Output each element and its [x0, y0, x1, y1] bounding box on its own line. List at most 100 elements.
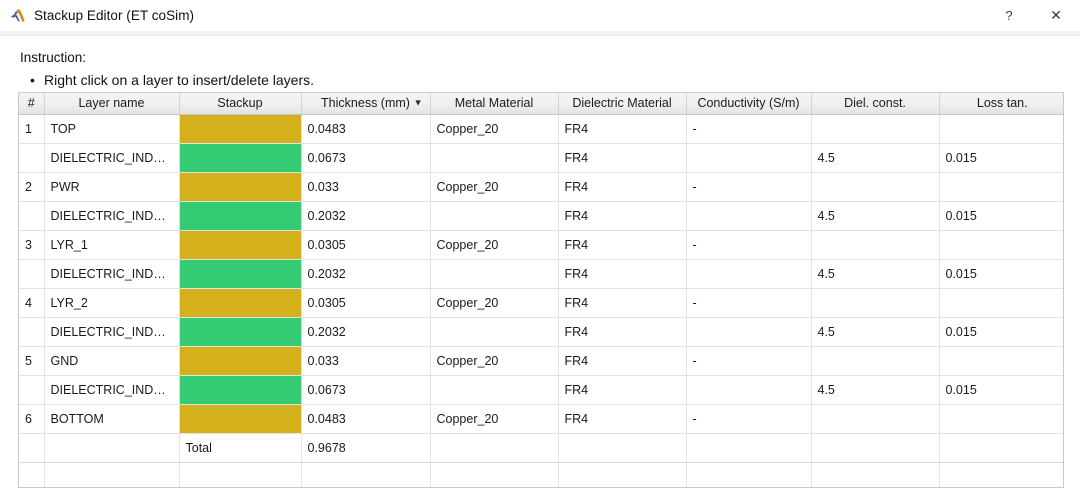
cell-layer-name[interactable]: PWR: [44, 172, 179, 201]
empty-row[interactable]: [19, 462, 1064, 488]
cell-conductivity[interactable]: -: [686, 172, 811, 201]
cell-loss-tan[interactable]: 0.015: [939, 317, 1064, 346]
cell-diel-const[interactable]: [811, 230, 939, 259]
cell-conductivity[interactable]: [686, 143, 811, 172]
help-button[interactable]: ?: [986, 0, 1032, 31]
cell-index[interactable]: 1: [19, 114, 44, 143]
table-row[interactable]: 1TOP 0.0483Copper_20FR4-: [19, 114, 1064, 143]
table-row[interactable]: 3LYR_10.0305Copper_20FR4-: [19, 230, 1064, 259]
cell-layer-name[interactable]: BOTTOM: [44, 404, 179, 433]
cell-diel-const[interactable]: 4.5: [811, 259, 939, 288]
cell-stackup[interactable]: [179, 259, 301, 288]
cell-metal-material[interactable]: Copper_20: [430, 114, 558, 143]
cell-loss-tan[interactable]: 0.015: [939, 259, 1064, 288]
cell-conductivity[interactable]: [686, 317, 811, 346]
column-header-dielectric-material[interactable]: Dielectric Material: [558, 93, 686, 114]
column-header-index[interactable]: #: [19, 93, 44, 114]
cell-empty[interactable]: [558, 462, 686, 488]
cell-index[interactable]: [19, 201, 44, 230]
cell-diel-const[interactable]: [811, 404, 939, 433]
cell-metal-material[interactable]: [430, 259, 558, 288]
cell-metal-material[interactable]: Copper_20: [430, 230, 558, 259]
cell-stackup[interactable]: [179, 288, 301, 317]
cell-empty[interactable]: [811, 462, 939, 488]
cell-conductivity[interactable]: -: [686, 346, 811, 375]
cell-layer-name[interactable]: TOP: [44, 114, 179, 143]
cell-loss-tan[interactable]: 0.015: [939, 375, 1064, 404]
cell-thickness[interactable]: 0.0673: [301, 143, 430, 172]
cell-thickness[interactable]: 0.2032: [301, 201, 430, 230]
table-row[interactable]: DIELECTRIC_INDEX_60.2032FR44.50.015: [19, 259, 1064, 288]
cell-conductivity[interactable]: [686, 201, 811, 230]
cell-index[interactable]: 5: [19, 346, 44, 375]
stackup-table[interactable]: # Layer name Stackup Thickness (mm) ▼ Me…: [19, 93, 1064, 488]
cell-dielectric-material[interactable]: FR4: [558, 114, 686, 143]
cell-thickness[interactable]: 0.0673: [301, 375, 430, 404]
cell-dielectric-material[interactable]: FR4: [558, 259, 686, 288]
column-header-loss-tan[interactable]: Loss tan.: [939, 93, 1064, 114]
column-header-thickness[interactable]: Thickness (mm) ▼: [301, 93, 430, 114]
cell-loss-tan[interactable]: [939, 346, 1064, 375]
table-row[interactable]: DIELECTRIC_INDEX_40.2032FR44.50.015: [19, 201, 1064, 230]
cell-empty[interactable]: [430, 462, 558, 488]
cell-stackup[interactable]: [179, 201, 301, 230]
cell-stackup[interactable]: [179, 404, 301, 433]
cell-dielectric-material[interactable]: FR4: [558, 317, 686, 346]
table-row[interactable]: DIELECTRIC_INDEX_20.0673FR44.50.015: [19, 143, 1064, 172]
cell-layer-name[interactable]: LYR_2: [44, 288, 179, 317]
cell-layer-name[interactable]: GND: [44, 346, 179, 375]
cell-conductivity[interactable]: -: [686, 404, 811, 433]
cell-thickness[interactable]: 0.033: [301, 346, 430, 375]
cell-thickness[interactable]: 0.2032: [301, 317, 430, 346]
cell-empty[interactable]: [686, 462, 811, 488]
cell-dielectric-material[interactable]: FR4: [558, 375, 686, 404]
cell-loss-tan[interactable]: [939, 172, 1064, 201]
cell-conductivity[interactable]: -: [686, 114, 811, 143]
cell-diel-const[interactable]: [811, 288, 939, 317]
sort-descending-icon[interactable]: ▼: [414, 99, 423, 108]
cell-conductivity[interactable]: [686, 259, 811, 288]
column-header-stackup[interactable]: Stackup: [179, 93, 301, 114]
cell-diel-const[interactable]: 4.5: [811, 317, 939, 346]
cell-conductivity[interactable]: -: [686, 230, 811, 259]
column-header-diel-const[interactable]: Diel. const.: [811, 93, 939, 114]
table-body[interactable]: 1TOP0.0483Copper_20FR4-DIELECTRIC_INDEX_…: [19, 114, 1064, 488]
close-button[interactable]: ✕: [1032, 0, 1080, 31]
cell-layer-name[interactable]: DIELECTRIC_INDEX_6: [44, 259, 179, 288]
cell-index[interactable]: 6: [19, 404, 44, 433]
cell-diel-const[interactable]: [811, 172, 939, 201]
cell-metal-material[interactable]: [430, 375, 558, 404]
cell-stackup[interactable]: [179, 375, 301, 404]
cell-stackup[interactable]: [179, 317, 301, 346]
column-header-layer-name[interactable]: Layer name: [44, 93, 179, 114]
cell-thickness[interactable]: 0.0483: [301, 114, 430, 143]
cell-loss-tan[interactable]: [939, 404, 1064, 433]
cell-dielectric-material[interactable]: FR4: [558, 346, 686, 375]
table-row[interactable]: DIELECTRIC_INDEX_...0.0673FR44.50.015: [19, 375, 1064, 404]
cell-layer-name[interactable]: DIELECTRIC_INDEX_2: [44, 143, 179, 172]
cell-diel-const[interactable]: 4.5: [811, 143, 939, 172]
cell-empty[interactable]: [939, 462, 1064, 488]
cell-dielectric-material[interactable]: FR4: [558, 143, 686, 172]
cell-stackup[interactable]: [179, 230, 301, 259]
cell-thickness[interactable]: 0.0305: [301, 230, 430, 259]
cell-thickness[interactable]: 0.0483: [301, 404, 430, 433]
cell-diel-const[interactable]: [811, 114, 939, 143]
cell-metal-material[interactable]: Copper_20: [430, 404, 558, 433]
cell-index[interactable]: 4: [19, 288, 44, 317]
cell-metal-material[interactable]: [430, 201, 558, 230]
stackup-table-container[interactable]: # Layer name Stackup Thickness (mm) ▼ Me…: [18, 92, 1064, 488]
cell-dielectric-material[interactable]: FR4: [558, 201, 686, 230]
cell-conductivity[interactable]: [686, 375, 811, 404]
column-header-conductivity[interactable]: Conductivity (S/m): [686, 93, 811, 114]
cell-loss-tan[interactable]: [939, 230, 1064, 259]
cell-dielectric-material[interactable]: FR4: [558, 288, 686, 317]
column-header-metal-material[interactable]: Metal Material: [430, 93, 558, 114]
cell-layer-name[interactable]: DIELECTRIC_INDEX_4: [44, 201, 179, 230]
cell-metal-material[interactable]: Copper_20: [430, 288, 558, 317]
cell-dielectric-material[interactable]: FR4: [558, 404, 686, 433]
cell-thickness[interactable]: 0.0305: [301, 288, 430, 317]
cell-layer-name[interactable]: DIELECTRIC_INDEX_...: [44, 375, 179, 404]
cell-stackup[interactable]: [179, 143, 301, 172]
cell-index[interactable]: [19, 143, 44, 172]
